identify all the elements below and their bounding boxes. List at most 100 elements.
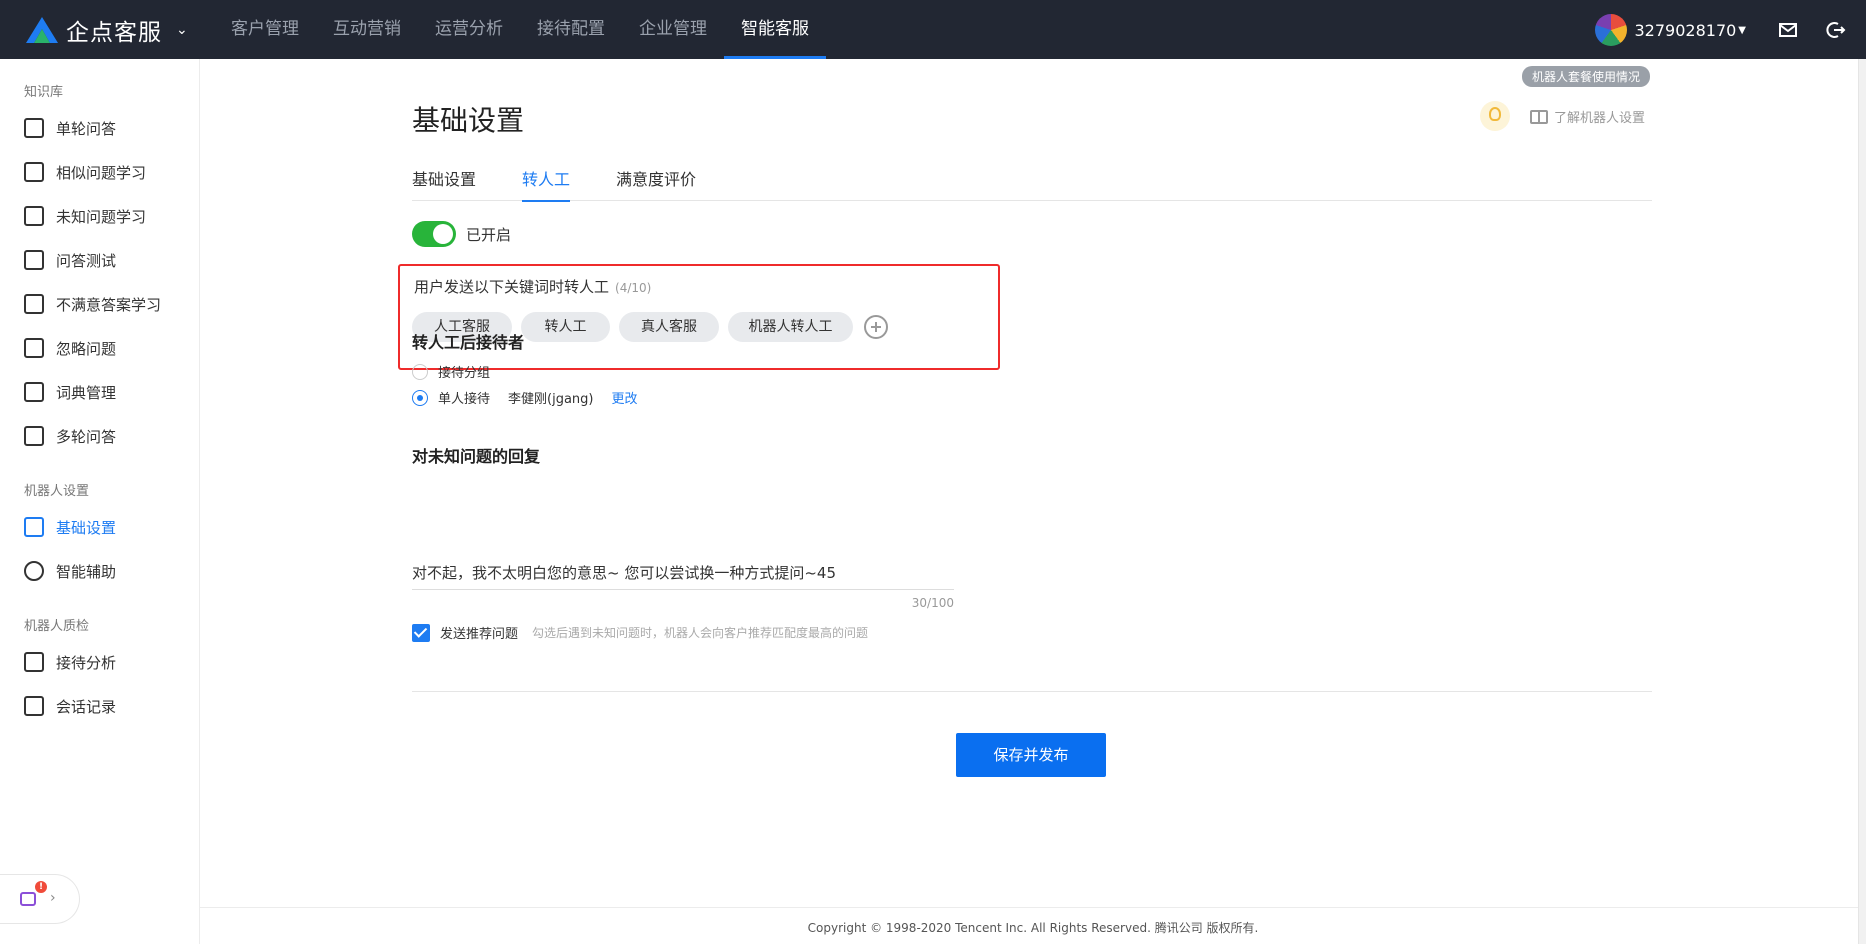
sidebar-item-label: 基础设置 [56, 518, 117, 537]
user-menu[interactable]: 3279028170 ▼ [1594, 14, 1746, 46]
ignore-icon [24, 338, 44, 358]
bolt-icon [24, 561, 44, 581]
multi-qa-icon [24, 426, 44, 446]
robot-icon [24, 517, 44, 537]
sidebar-group-robot-settings: 机器人设置 [24, 484, 90, 499]
learn-link-label: 了解机器人设置 [1554, 111, 1646, 126]
sidebar-item-label: 忽略问题 [56, 339, 117, 358]
recommend-checkbox-row[interactable]: 发送推荐问题 勾选后遇到未知问题时，机器人会向客户推荐匹配度最高的问题 [412, 623, 868, 642]
nav-enterprise-management[interactable]: 企业管理 [622, 0, 724, 59]
robot-icon [20, 892, 36, 906]
sidebar-item-smart-assist[interactable]: 智能辅助 [0, 549, 199, 593]
radio-label: 单人接待 [438, 392, 491, 407]
sidebar-item-basic-settings[interactable]: 基础设置 [0, 505, 199, 549]
sidebar-item-label: 多轮问答 [56, 427, 117, 446]
nav-reception-config[interactable]: 接待配置 [520, 0, 622, 59]
sidebar-item-dictionary[interactable]: 词典管理 [0, 370, 199, 414]
scrollbar[interactable] [1858, 59, 1866, 944]
add-keyword-icon[interactable] [864, 315, 888, 339]
keyword-chip[interactable]: 真人客服 [619, 312, 719, 342]
mail-icon[interactable] [1778, 20, 1798, 40]
toggle-status: 已开启 [466, 225, 512, 244]
nav-smart-service[interactable]: 智能客服 [724, 0, 826, 59]
question-icon [24, 206, 44, 226]
divider [412, 691, 1652, 692]
receiver-person: 李健刚(jgang) [508, 392, 594, 407]
sidebar-group-knowledge: 知识库 [24, 85, 64, 100]
notification-badge: ! [35, 881, 47, 893]
sidebar-item-unsatisfied-learning[interactable]: 不满意答案学习 [0, 282, 199, 326]
sidebar-item-label: 问答测试 [56, 251, 117, 270]
sidebar-item-label: 会话记录 [56, 697, 117, 716]
main-nav: 客户管理 互动营销 运营分析 接待配置 企业管理 智能客服 [214, 0, 826, 59]
keyword-chip[interactable]: 转人工 [521, 312, 610, 342]
sidebar-item-single-qa[interactable]: 单轮问答 [0, 106, 199, 150]
transfer-toggle[interactable] [412, 221, 456, 247]
logout-icon[interactable] [1826, 20, 1846, 40]
sidebar-item-label: 智能辅助 [56, 562, 117, 581]
radio-label: 接待分组 [438, 366, 491, 381]
footer-copyright: Copyright © 1998-2020 Tencent Inc. All R… [200, 907, 1866, 944]
chevron-down-icon[interactable]: ⌄ [176, 22, 188, 38]
tab-satisfaction[interactable]: 满意度评价 [616, 167, 696, 201]
history-icon [24, 696, 44, 716]
keyword-title: 用户发送以下关键词时转人工 (4/10) [414, 276, 651, 297]
main-content: 机器人套餐使用情况 基础设置 了解机器人设置 基础设置 转人工 满意度评价 已开… [200, 59, 1866, 944]
sidebar-item-reception-analysis[interactable]: 接待分析 [0, 640, 199, 684]
reply-char-count: 30/100 [911, 596, 954, 610]
radio-button[interactable] [412, 363, 428, 380]
change-receiver-link[interactable]: 更改 [611, 388, 637, 407]
avatar[interactable] [1594, 14, 1627, 46]
sidebar-item-label: 词典管理 [56, 383, 117, 402]
keyword-count: (4/10) [615, 281, 652, 295]
assistant-widget[interactable]: ! › [0, 874, 80, 924]
dictionary-icon [24, 382, 44, 402]
sidebar-item-label: 接待分析 [56, 653, 117, 672]
test-icon [24, 250, 44, 270]
tab-basic-settings[interactable]: 基础设置 [412, 167, 476, 201]
checkbox-hint: 勾选后遇到未知问题时，机器人会向客户推荐匹配度最高的问题 [532, 626, 869, 640]
top-bar: 企点客服 ⌄ 客户管理 互动营销 运营分析 接待配置 企业管理 智能客服 327… [0, 0, 1866, 59]
brand-name: 企点客服 [66, 19, 162, 46]
caret-down-icon: ▼ [1738, 24, 1746, 36]
analysis-icon [24, 652, 44, 672]
usage-badge[interactable]: 机器人套餐使用情况 [1522, 66, 1651, 87]
sidebar-item-similar-learning[interactable]: 相似问题学习 [0, 150, 199, 194]
sidebar-item-unknown-learning[interactable]: 未知问题学习 [0, 194, 199, 238]
checkbox[interactable] [412, 623, 430, 642]
sidebar-item-label: 单轮问答 [56, 119, 117, 138]
sidebar-item-session-records[interactable]: 会话记录 [0, 684, 199, 728]
brand-switcher[interactable]: 企点客服 ⌄ [24, 13, 214, 47]
sidebar-item-qa-test[interactable]: 问答测试 [0, 238, 199, 282]
radio-group-option[interactable]: 接待分组 [412, 362, 490, 381]
qidian-logo-icon [26, 16, 58, 43]
lightbulb-icon[interactable] [1480, 101, 1510, 131]
checkbox-label: 发送推荐问题 [440, 627, 519, 642]
nav-customer-management[interactable]: 客户管理 [214, 0, 316, 59]
sidebar-item-multi-qa[interactable]: 多轮问答 [0, 414, 199, 458]
receiver-title: 转人工后接待者 [412, 333, 525, 352]
sidebar-item-ignored[interactable]: 忽略问题 [0, 326, 199, 370]
learn-robot-settings-link[interactable]: 了解机器人设置 [1530, 107, 1645, 126]
book-icon [1530, 109, 1548, 124]
unknown-reply-input[interactable]: 对不起，我不太明白您的意思~ 您可以尝试换一种方式提问~45 [412, 562, 954, 590]
nav-operation-analysis[interactable]: 运营分析 [418, 0, 520, 59]
save-publish-button[interactable]: 保存并发布 [956, 733, 1106, 777]
transfer-toggle-row: 已开启 [412, 221, 511, 247]
qa-icon [24, 118, 44, 138]
user-id: 3279028170 [1634, 20, 1737, 40]
keyword-chip[interactable]: 机器人转人工 [728, 312, 853, 342]
sidebar: 知识库 单轮问答 相似问题学习 未知问题学习 问答测试 不满意答案学习 忽略问题… [0, 59, 200, 944]
nav-interactive-marketing[interactable]: 互动营销 [316, 0, 418, 59]
chevron-right-icon: › [50, 890, 56, 906]
sidebar-item-label: 未知问题学习 [56, 207, 147, 226]
settings-tabs: 基础设置 转人工 满意度评价 [412, 167, 1652, 202]
keyword-box: 用户发送以下关键词时转人工 (4/10) 人工客服 转人工 真人客服 机器人转人工 [398, 264, 1000, 370]
unknown-reply-title: 对未知问题的回复 [412, 447, 541, 466]
tab-transfer-human[interactable]: 转人工 [522, 167, 571, 202]
sidebar-group-robot-quality: 机器人质检 [24, 619, 90, 634]
sidebar-item-label: 不满意答案学习 [56, 295, 162, 314]
radio-single-option[interactable]: 单人接待 李健刚(jgang) 更改 [412, 388, 638, 407]
radio-button[interactable] [412, 389, 428, 406]
page-title: 基础设置 [412, 104, 525, 137]
